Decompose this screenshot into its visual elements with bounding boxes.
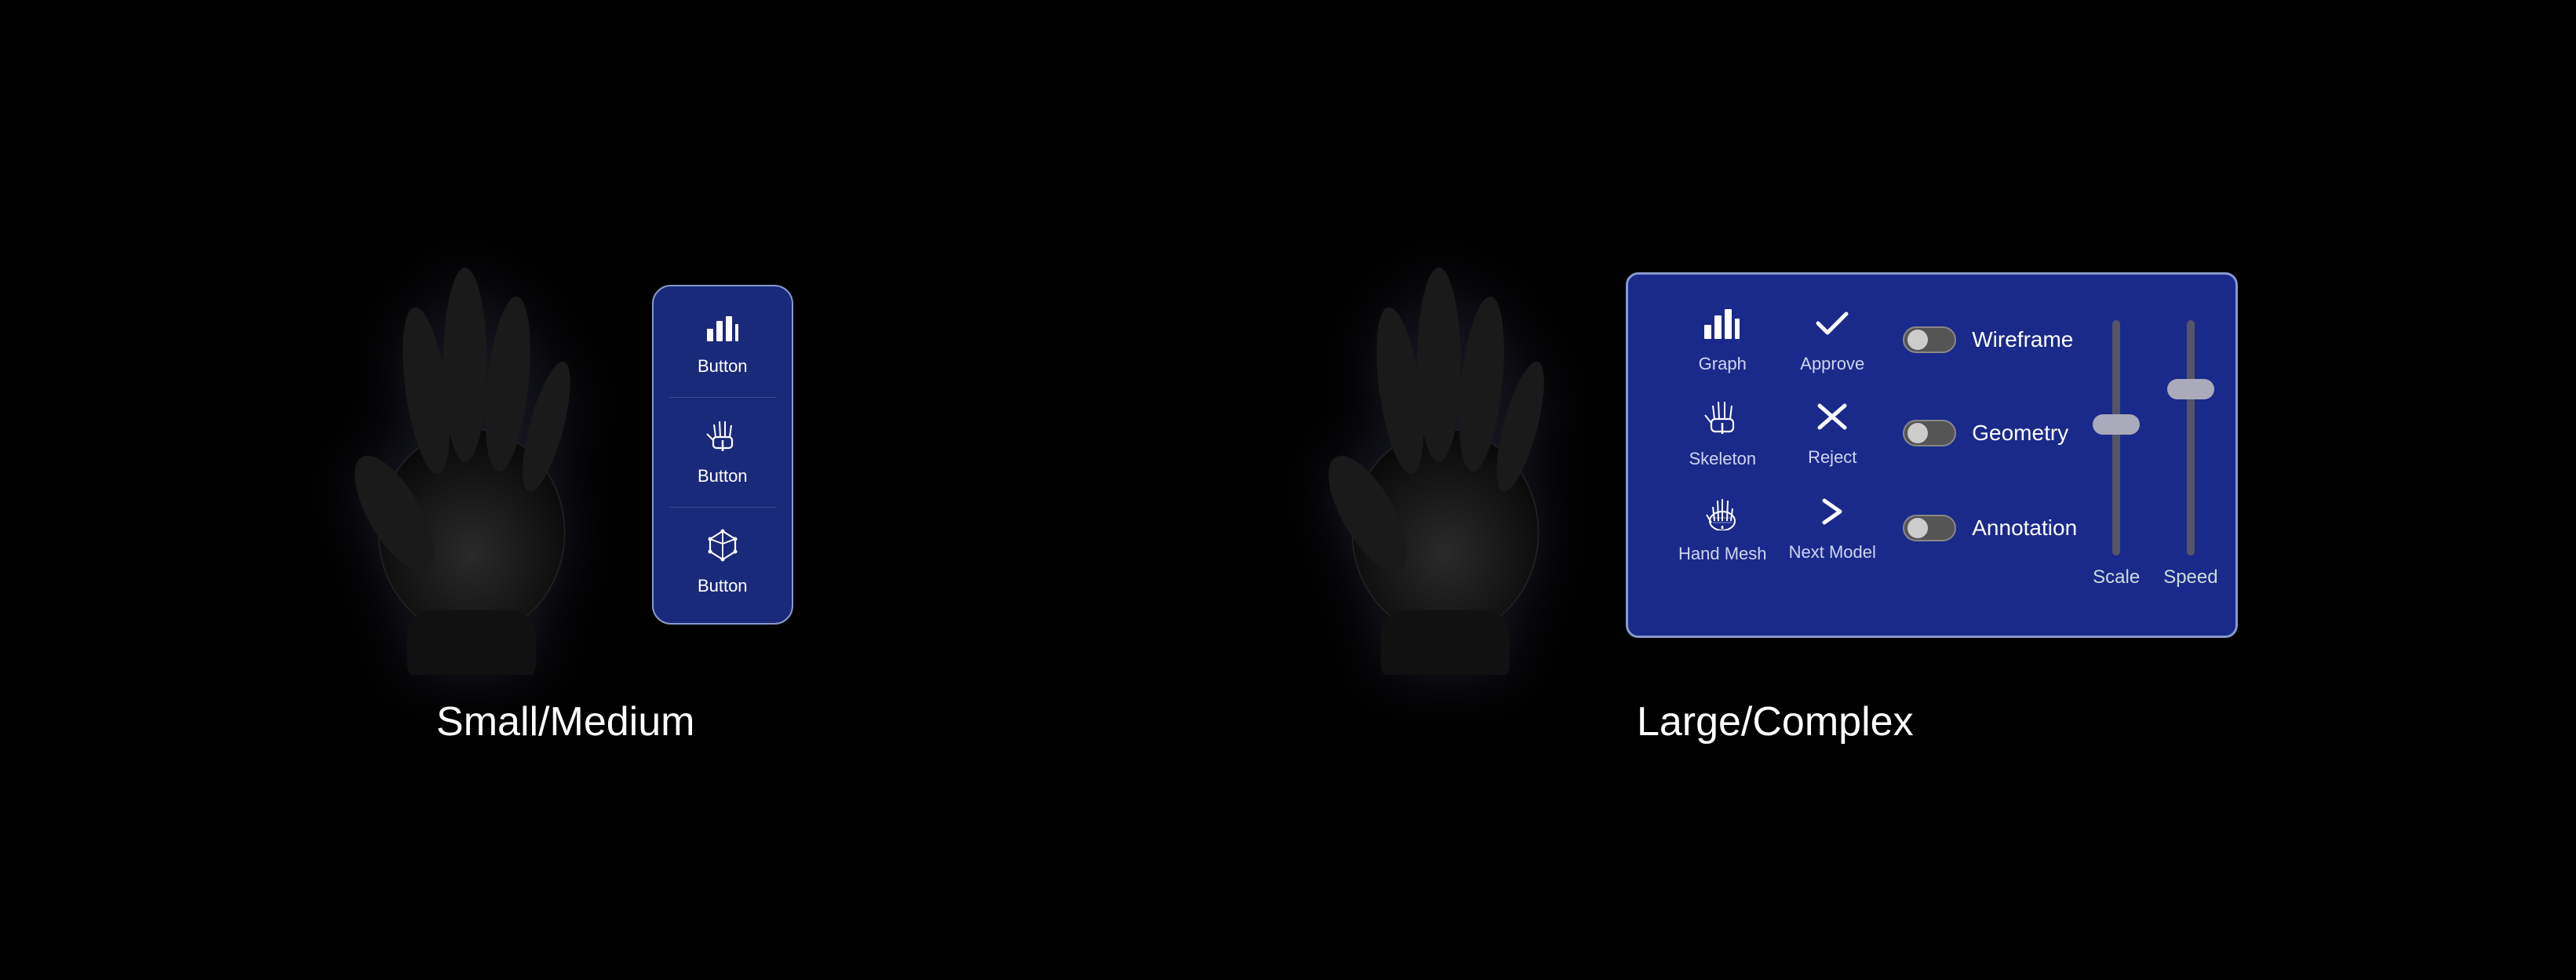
panel-button-graph[interactable]: Button	[669, 305, 776, 384]
large-panel: Graph Approve Wirefr	[1626, 272, 2238, 638]
annotation-toggle[interactable]	[1903, 515, 1956, 541]
panel-button-skeleton[interactable]: Button	[669, 410, 776, 494]
speed-slider[interactable]	[2187, 320, 2195, 556]
graph-group: Graph	[1667, 306, 1777, 374]
reject-icon	[1813, 399, 1851, 443]
left-hand-large	[1312, 235, 1579, 675]
panel-row-1: Graph Approve Wirefr	[1667, 306, 2077, 374]
large-complex-title: Large/Complex	[1637, 698, 1914, 745]
hands-and-panel-small: Button	[338, 235, 793, 675]
wireframe-toggle-row: Wireframe	[1903, 326, 2073, 353]
reject-group: Reject	[1777, 399, 1887, 468]
graph-label: Graph	[1699, 354, 1747, 374]
skeleton-large-icon	[1703, 398, 1741, 444]
large-hands-panel: Graph Approve Wirefr	[1312, 235, 2238, 675]
panel-left-content: Graph Approve Wirefr	[1667, 306, 2077, 604]
cube-icon	[705, 528, 740, 570]
btn-graph-label: Button	[698, 356, 748, 377]
handmesh-group: Hand Mesh	[1667, 493, 1777, 564]
annotation-label: Annotation	[1972, 516, 2077, 541]
handmesh-icon	[1703, 493, 1741, 539]
geometry-toggle-row: Geometry	[1903, 420, 2068, 446]
nextmodel-icon	[1813, 494, 1851, 537]
handmesh-label: Hand Mesh	[1678, 544, 1767, 564]
divider-2	[669, 507, 776, 508]
panel-row-3: Hand Mesh Next Model	[1667, 493, 2077, 564]
graph-icon	[1703, 306, 1742, 349]
small-medium-section: Button	[338, 235, 793, 745]
panel-sliders: Scale Speed	[2093, 306, 2217, 604]
skeleton-icon	[705, 418, 740, 460]
wireframe-toggle[interactable]	[1903, 326, 1956, 353]
scale-slider[interactable]	[2112, 320, 2120, 556]
approve-label: Approve	[1800, 354, 1864, 374]
geometry-toggle[interactable]	[1903, 420, 1956, 446]
left-hand-small	[338, 235, 605, 675]
btn-skeleton-label: Button	[698, 466, 748, 486]
nextmodel-label: Next Model	[1789, 542, 1876, 563]
wireframe-label: Wireframe	[1972, 327, 2073, 352]
reject-label: Reject	[1808, 447, 1856, 468]
scale-slider-container: Scale	[2093, 306, 2140, 588]
small-medium-title: Small/Medium	[436, 698, 694, 745]
nextmodel-group: Next Model	[1777, 494, 1887, 563]
speed-slider-label: Speed	[2163, 567, 2217, 588]
skeleton-group: Skeleton	[1667, 398, 1777, 469]
scale-slider-thumb[interactable]	[2093, 414, 2140, 435]
geometry-label: Geometry	[1972, 421, 2068, 446]
btn-cube-label: Button	[698, 576, 748, 596]
speed-slider-thumb[interactable]	[2167, 379, 2214, 399]
speed-slider-container: Speed	[2163, 306, 2217, 588]
chart-icon	[705, 313, 740, 350]
main-scene: Button	[0, 0, 2576, 980]
approve-icon	[1813, 306, 1851, 349]
panel-button-cube[interactable]: Button	[669, 520, 776, 604]
sliders-row: Scale Speed	[2093, 306, 2217, 588]
large-complex-section: Graph Approve Wirefr	[1312, 235, 2238, 745]
panel-row-2: Skeleton Reject	[1667, 398, 2077, 469]
annotation-toggle-row: Annotation	[1903, 515, 2077, 541]
divider-1	[669, 397, 776, 398]
skeleton-label: Skeleton	[1689, 449, 1756, 469]
small-panel: Button	[652, 285, 793, 625]
approve-group: Approve	[1777, 306, 1887, 374]
scale-slider-label: Scale	[2093, 567, 2140, 588]
